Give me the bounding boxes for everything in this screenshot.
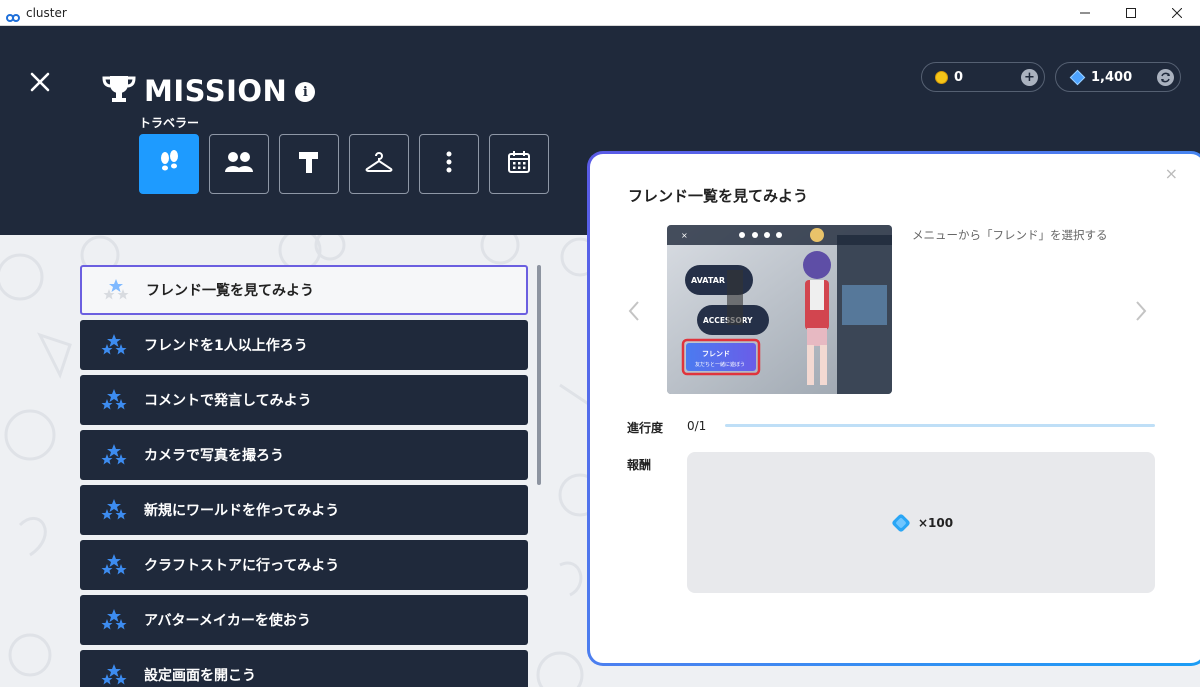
mission-list-scrollbar[interactable] — [537, 265, 541, 485]
detail-close-icon[interactable]: × — [1165, 164, 1178, 183]
tab-friends[interactable] — [209, 134, 269, 194]
gem-icon — [1069, 69, 1086, 85]
gem-balance: 1,400 — [1055, 62, 1181, 92]
exchange-gems-button[interactable] — [1157, 69, 1174, 86]
star-icon — [100, 388, 128, 412]
close-icon[interactable] — [28, 70, 52, 94]
add-coins-button[interactable]: + — [1021, 69, 1038, 86]
progress-label: 進行度 — [627, 421, 664, 435]
detail-description: メニューから「フレンド」を選択する — [912, 228, 1108, 242]
progress-bar — [725, 424, 1155, 427]
maximize-button[interactable] — [1108, 0, 1154, 26]
detail-title: フレンド一覧を見てみよう — [628, 187, 809, 205]
coin-balance: 0 + — [921, 62, 1045, 92]
tab-calendar[interactable] — [489, 134, 549, 194]
svg-text:×: × — [681, 231, 688, 240]
mission-item-label: 設定画面を開こう — [144, 668, 256, 684]
page-title: MISSION i — [102, 74, 316, 108]
hanger-icon — [364, 150, 394, 178]
reward-gem-icon — [889, 511, 913, 535]
mission-preview-image: × AVATAR ACCESSORY フレンド 友だちと一緒に遊ぼう — [667, 225, 892, 394]
progress-value: 0/1 — [687, 419, 707, 433]
trophy-icon — [102, 74, 136, 108]
reward-amount: ×100 — [917, 515, 954, 530]
tab-more[interactable] — [419, 134, 479, 194]
mission-item[interactable]: 新規にワールドを作ってみよう — [80, 485, 528, 535]
star-icon — [100, 333, 128, 357]
coin-amount: 0 — [954, 69, 964, 85]
star-icon — [100, 443, 128, 467]
tab-craft[interactable] — [279, 134, 339, 194]
category-tabs — [139, 134, 549, 194]
preview-friend-sub: 友だちと一緒に遊ぼう — [695, 361, 745, 368]
star-icon — [102, 278, 130, 302]
reward-box: ×100 — [687, 452, 1155, 593]
window-titlebar: cluster — [0, 0, 1200, 26]
tab-traveler[interactable] — [139, 134, 199, 194]
tab-avatar[interactable] — [349, 134, 409, 194]
prev-image-button[interactable] — [628, 300, 640, 328]
friends-icon — [224, 150, 254, 178]
close-window-button[interactable] — [1154, 0, 1200, 26]
star-icon — [100, 553, 128, 577]
gem-amount: 1,400 — [1091, 69, 1133, 85]
cluster-logo-icon — [6, 8, 20, 22]
mission-item-label: アバターメイカーを使おう — [144, 613, 311, 629]
mission-item-label: コメントで発言してみよう — [144, 393, 312, 409]
preview-friend-button: フレンド — [702, 350, 730, 358]
star-icon — [100, 663, 128, 687]
window-title: cluster — [26, 5, 67, 20]
mission-item[interactable]: フレンドを1人以上作ろう — [80, 320, 528, 370]
hammer-icon — [296, 149, 322, 179]
footprints-icon — [156, 149, 182, 179]
star-icon — [100, 608, 128, 632]
mission-item-label: フレンド一覧を見てみよう — [146, 283, 314, 299]
mission-item-label: カメラで写真を撮ろう — [144, 448, 284, 464]
coin-icon — [935, 70, 948, 84]
next-image-button[interactable] — [1135, 300, 1147, 328]
mission-item[interactable]: フレンド一覧を見てみよう — [80, 265, 528, 315]
mission-item-label: 新規にワールドを作ってみよう — [144, 503, 340, 519]
mission-item[interactable]: コメントで発言してみよう — [80, 375, 528, 425]
mission-item[interactable]: カメラで写真を撮ろう — [80, 430, 528, 480]
minimize-button[interactable] — [1062, 0, 1108, 26]
mission-item[interactable]: アバターメイカーを使おう — [80, 595, 528, 645]
mission-item-label: クラフトストアに行ってみよう — [144, 558, 340, 574]
mission-title-text: MISSION — [144, 74, 288, 108]
calendar-icon — [506, 149, 532, 179]
category-label: トラベラー — [139, 116, 200, 130]
reward-label: 報酬 — [627, 458, 652, 472]
mission-list: フレンド一覧を見てみよう フレンドを1人以上作ろう コメントで発言してみよう カ… — [80, 265, 528, 687]
mission-detail-panel: × フレンド一覧を見てみよう × AVATAR フレンド 友だちと一緒に遊ぼう … — [587, 151, 1200, 666]
more-vertical-icon — [445, 150, 453, 178]
info-icon[interactable]: i — [295, 82, 316, 102]
mission-item-label: フレンドを1人以上作ろう — [144, 338, 308, 354]
preview-avatar-label: AVATAR — [691, 276, 725, 285]
star-icon — [100, 498, 128, 522]
mission-item[interactable]: クラフトストアに行ってみよう — [80, 540, 528, 590]
mission-item[interactable]: 設定画面を開こう — [80, 650, 528, 687]
